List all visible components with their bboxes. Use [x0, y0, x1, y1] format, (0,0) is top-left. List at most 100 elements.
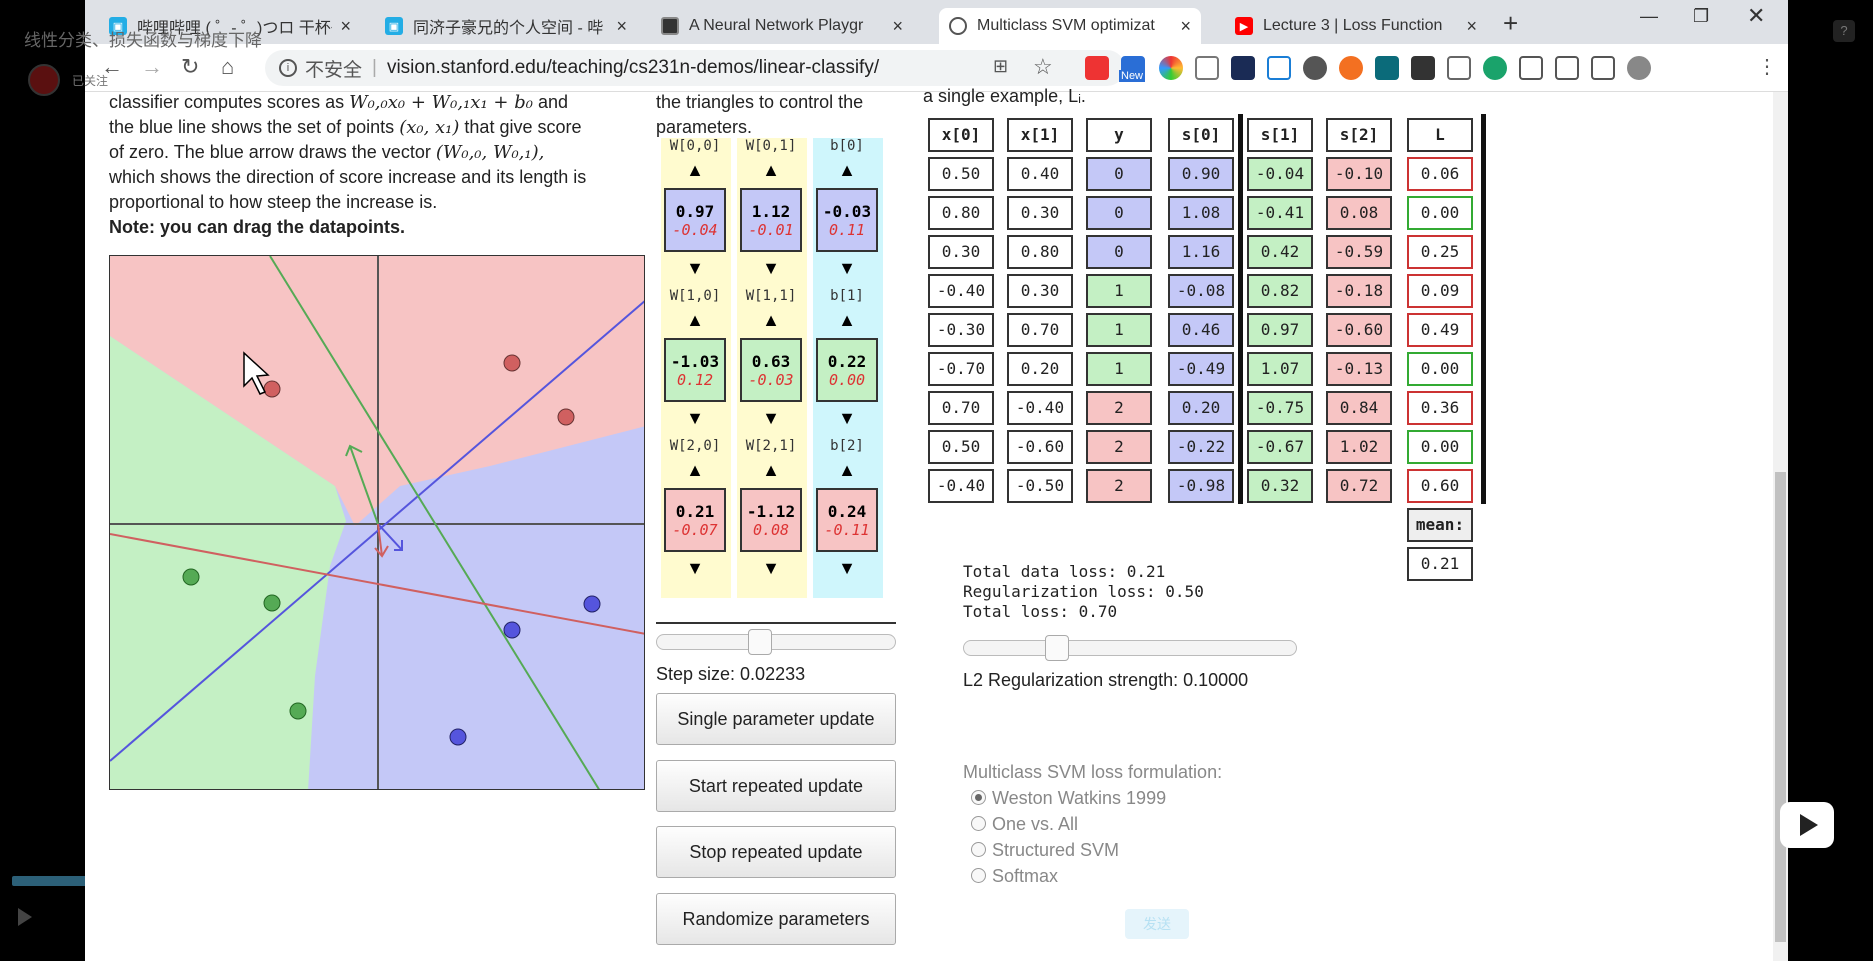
close-icon[interactable]: × [616, 16, 627, 37]
extension-icon[interactable] [1085, 56, 1109, 80]
controls-intro: the triangles to control the parameters. [656, 90, 916, 140]
new-tab-button[interactable]: + [1503, 8, 1518, 39]
table-cell: 0.70 [928, 391, 994, 425]
radio-icon[interactable] [971, 842, 986, 857]
increase-triangle-icon[interactable]: ▲ [813, 460, 881, 481]
circle-extension-icon[interactable] [1303, 56, 1327, 80]
extension-icon[interactable] [1375, 56, 1399, 80]
stop-repeated-update-button[interactable]: Stop repeated update [656, 826, 896, 878]
profile-icon[interactable] [1627, 56, 1651, 80]
table-header: y [1086, 118, 1152, 152]
tab-playground[interactable]: A Neural Network Playgr × [651, 8, 913, 44]
menu-icon[interactable]: ⋮ [1757, 54, 1777, 79]
increase-triangle-icon[interactable]: ▲ [813, 310, 881, 331]
extension-icon[interactable] [1447, 56, 1471, 80]
close-icon[interactable]: × [340, 16, 351, 37]
increase-triangle-icon[interactable]: ▲ [661, 310, 729, 331]
increase-triangle-icon[interactable]: ▲ [661, 460, 729, 481]
table-header: x[1] [1007, 118, 1073, 152]
formulation-option[interactable]: Softmax [971, 866, 1058, 887]
slider-thumb[interactable] [1044, 635, 1069, 661]
tab-lecture3[interactable]: ▶ Lecture 3 | Loss Function × [1225, 8, 1487, 44]
color-extension-icon[interactable] [1159, 56, 1183, 80]
increase-triangle-icon[interactable]: ▲ [813, 160, 881, 181]
formulation-option[interactable]: Structured SVM [971, 840, 1119, 861]
radio-icon[interactable] [971, 816, 986, 831]
datapoint-class2[interactable] [557, 408, 575, 426]
formulation-option[interactable]: Weston Watkins 1999 [971, 788, 1166, 809]
extension-new-icon[interactable]: New [1119, 56, 1146, 82]
datapoint-class2[interactable] [263, 380, 281, 398]
randomize-parameters-button[interactable]: Randomize parameters [656, 893, 896, 945]
increase-triangle-icon[interactable]: ▲ [661, 160, 729, 181]
avatar[interactable] [28, 64, 60, 96]
home-icon[interactable]: ⌂ [221, 54, 234, 80]
translate-icon[interactable]: ⊞ [993, 56, 1008, 77]
formulation-title: Multiclass SVM loss formulation: [963, 762, 1223, 782]
start-repeated-update-button[interactable]: Start repeated update [656, 760, 896, 812]
follow-status[interactable]: 已关注 [72, 72, 108, 89]
extension-icon[interactable] [1339, 56, 1363, 80]
insecure-label: 不安全 [305, 59, 363, 81]
datapoint-class1[interactable] [289, 702, 307, 720]
screenshot-extension-icon[interactable] [1519, 56, 1543, 80]
datapoint-class0[interactable] [449, 728, 467, 746]
formulation-option[interactable]: One vs. All [971, 814, 1078, 835]
table-cell: -0.08 [1168, 274, 1234, 308]
forward-icon[interactable]: → [141, 54, 163, 80]
decrease-triangle-icon[interactable]: ▼ [661, 558, 729, 579]
param-label: W[1,1] [745, 288, 797, 304]
close-window-icon[interactable]: ✕ [1747, 3, 1765, 29]
decrease-triangle-icon[interactable]: ▼ [737, 558, 805, 579]
bilibili-play-button[interactable] [1780, 802, 1834, 848]
extension-icon[interactable] [1591, 56, 1615, 80]
monitor-extension-icon[interactable] [1267, 56, 1291, 80]
extension-icon[interactable] [1483, 56, 1507, 80]
restore-icon[interactable]: ❐ [1693, 6, 1709, 27]
decrease-triangle-icon[interactable]: ▼ [813, 558, 881, 579]
play-icon[interactable] [18, 908, 32, 926]
datapoint-class0[interactable] [503, 621, 521, 639]
reload-icon[interactable]: ↻ [181, 54, 199, 80]
tab-multiclass-svm[interactable]: Multiclass SVM optimizat × [939, 8, 1201, 44]
step-size-slider[interactable] [656, 629, 896, 655]
plot-svg[interactable] [110, 256, 645, 790]
radio-icon[interactable] [971, 790, 986, 805]
slider-thumb[interactable] [747, 629, 772, 655]
minimize-icon[interactable]: — [1640, 6, 1658, 27]
shield-extension-icon[interactable] [1195, 56, 1219, 80]
close-icon[interactable]: × [1180, 16, 1191, 37]
decrease-triangle-icon[interactable]: ▼ [737, 258, 805, 279]
tab-space[interactable]: ▣ 同济子豪兄的个人空间 - 哔 × [375, 8, 637, 44]
info-icon[interactable]: i [279, 59, 297, 77]
datapoint-class0[interactable] [583, 595, 601, 613]
extension-icon[interactable] [1231, 56, 1255, 80]
intro-text: the triangles to control the [656, 92, 864, 112]
help-button[interactable]: ? [1833, 20, 1855, 42]
classifier-plot[interactable] [109, 255, 645, 790]
increase-triangle-icon[interactable]: ▲ [737, 460, 805, 481]
increase-triangle-icon[interactable]: ▲ [737, 160, 805, 181]
datapoint-class1[interactable] [182, 568, 200, 586]
star-icon[interactable]: ☆ [1033, 54, 1053, 80]
table-cell: 0.30 [928, 235, 994, 269]
video-frame: 线性分类、损失函数与梯度下降 已关注 ? ▣ 哔哩哔哩 ( ゜- ゜)つロ 干杯… [0, 0, 1873, 961]
datapoint-class1[interactable] [263, 594, 281, 612]
datapoint-class2[interactable] [503, 354, 521, 372]
regularization-slider[interactable] [963, 635, 1297, 661]
decrease-triangle-icon[interactable]: ▼ [737, 408, 805, 429]
increase-triangle-icon[interactable]: ▲ [737, 310, 805, 331]
scrollbar-thumb[interactable] [1775, 472, 1786, 942]
decrease-triangle-icon[interactable]: ▼ [661, 408, 729, 429]
send-button[interactable]: 发送 [1125, 909, 1189, 939]
single-update-button[interactable]: Single parameter update [656, 693, 896, 745]
url-text[interactable]: vision.stanford.edu/teaching/cs231n-demo… [387, 57, 879, 79]
radio-icon[interactable] [971, 868, 986, 883]
close-icon[interactable]: × [892, 16, 903, 37]
decrease-triangle-icon[interactable]: ▼ [813, 408, 881, 429]
close-icon[interactable]: × [1466, 16, 1477, 37]
extension-icon[interactable] [1411, 56, 1435, 80]
decrease-triangle-icon[interactable]: ▼ [661, 258, 729, 279]
extension-icon[interactable] [1555, 56, 1579, 80]
decrease-triangle-icon[interactable]: ▼ [813, 258, 881, 279]
